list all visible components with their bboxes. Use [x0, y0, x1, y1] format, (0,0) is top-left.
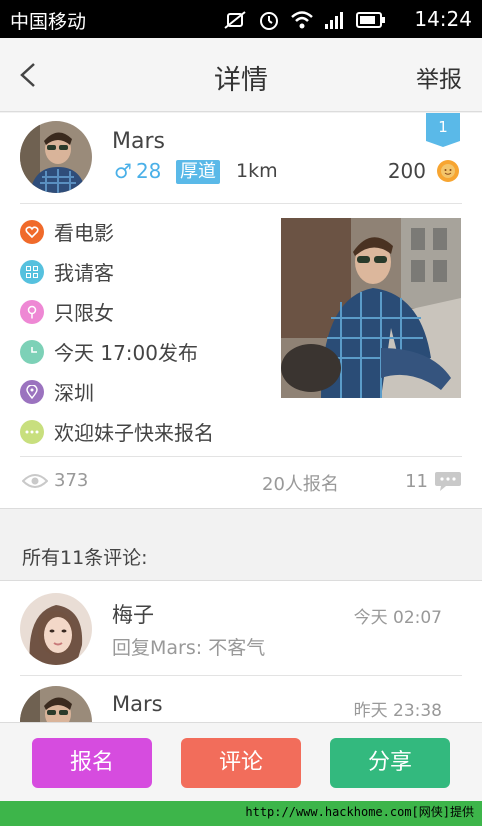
status-bar: 中国移动 14:24 [0, 0, 482, 38]
heart-icon [20, 219, 44, 244]
comment-list: 梅子 今天 02:07 回复Mars: 不客气 Mars 昨天 23:38 [0, 580, 482, 726]
mute-icon [224, 11, 246, 29]
age-value: 28 [135, 159, 162, 183]
avatar-image [20, 593, 92, 665]
alarm-icon [260, 12, 278, 30]
report-button[interactable]: 举报 [416, 60, 462, 94]
eye-icon [22, 473, 48, 488]
comment-count-value: 11 [405, 470, 428, 492]
detail-message: 欢迎妹子快来报名 [20, 417, 214, 446]
watermark-text: http://www.hackhome.com[网侠]提供 [245, 805, 474, 819]
sun-coin-icon [437, 160, 459, 182]
comment-item[interactable]: Mars 昨天 23:38 [0, 676, 482, 726]
comment-button[interactable]: 评论 [181, 738, 301, 788]
comment-item[interactable]: 梅子 今天 02:07 回复Mars: 不客气 [0, 581, 482, 675]
detail-activity: 看电影 [20, 217, 114, 246]
location-icon [20, 379, 44, 404]
commenter-avatar[interactable] [20, 686, 92, 726]
card-divider [20, 203, 462, 204]
navigation-bar: 详情 举报 [0, 38, 482, 112]
comment-author: 梅子 [112, 603, 154, 627]
battery-icon [356, 12, 385, 28]
post-photo[interactable] [281, 218, 461, 398]
speech-bubble-icon [435, 472, 461, 491]
wifi-icon [291, 11, 313, 29]
card-divider [20, 456, 462, 457]
detail-text: 只限女 [54, 301, 114, 325]
detail-text: 我请客 [54, 261, 114, 285]
female-icon [20, 299, 44, 324]
detail-gender-limit: 只限女 [20, 297, 114, 326]
signups-count: 20人报名 [262, 474, 339, 495]
carrier-name: 中国移动 [10, 11, 87, 33]
views-stat: 373 [22, 470, 88, 491]
bottom-action-bar: 报名 评论 分享 [0, 722, 482, 801]
share-button[interactable]: 分享 [330, 738, 450, 788]
detail-text: 看电影 [54, 221, 114, 245]
grid-icon [20, 259, 44, 284]
gender-age: ♂ 28 [114, 159, 161, 183]
user-avatar[interactable] [20, 121, 92, 193]
post-stats: 373 20人报名 11 [0, 458, 482, 508]
signal-icon [325, 12, 343, 29]
detail-time: 今天 17:00发布 [20, 337, 198, 366]
avatar-image [20, 121, 92, 193]
status-icons [222, 9, 386, 31]
post-photo-image [281, 218, 461, 398]
page-title: 详情 [214, 65, 268, 96]
comment-author: Mars [112, 692, 163, 716]
rank-number: 1 [438, 118, 448, 136]
detail-text: 今天 17:00发布 [54, 341, 198, 365]
commenter-avatar[interactable] [20, 593, 92, 665]
detail-text: 深圳 [54, 381, 94, 405]
views-count: 373 [54, 470, 89, 491]
comment-time: 今天 02:07 [353, 608, 442, 628]
user-tag-badge: 厚道 [176, 160, 220, 184]
detail-location: 深圳 [20, 377, 94, 406]
more-icon [20, 419, 44, 444]
avatar-image [20, 686, 92, 726]
app-screen: 中国移动 14:24 详情 举报 Mars ♂ 28 厚道 1km 1 200 … [0, 0, 482, 801]
points-value: 200 [387, 159, 426, 183]
clock-icon [20, 339, 44, 364]
comments-heading: 所有11条评论: [22, 547, 148, 569]
detail-payment: 我请客 [20, 257, 114, 286]
male-icon: ♂ [114, 159, 132, 183]
signup-button[interactable]: 报名 [32, 738, 152, 788]
detail-text: 欢迎妹子快来报名 [54, 421, 214, 445]
comments-stat: 11 [405, 470, 462, 492]
clock-time: 14:24 [414, 7, 472, 31]
post-detail-card: Mars ♂ 28 厚道 1km 1 200 看电影 我请客 只限女 今天 17… [0, 113, 482, 509]
user-name: Mars [112, 129, 165, 154]
comment-time: 昨天 23:38 [353, 701, 442, 721]
distance-value: 1km [236, 160, 278, 182]
comment-text: 回复Mars: 不客气 [112, 637, 266, 659]
